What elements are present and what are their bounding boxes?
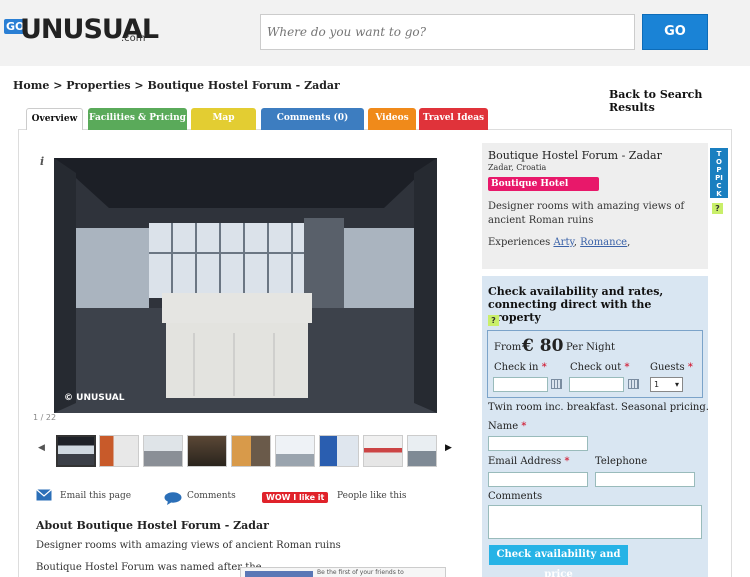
from-label: From (494, 342, 522, 353)
photo-watermark: © UNUSUAL (64, 393, 125, 403)
tab-overview[interactable]: Overview (26, 108, 83, 130)
required-mark: * (687, 362, 693, 373)
site-logo[interactable]: GO UNUSUAL .com (4, 14, 159, 48)
property-title: Boutique Hostel Forum - Zadar (488, 149, 662, 162)
comments-field[interactable] (488, 505, 702, 539)
facebook-like-button[interactable] (245, 571, 313, 577)
logo-tld: .com (121, 33, 146, 44)
thumbnail-9[interactable] (407, 435, 437, 467)
email-icon[interactable] (36, 489, 52, 504)
about-body: Boutique Hostel Forum was named after th… (36, 562, 262, 573)
thumbnail-4[interactable] (187, 435, 227, 467)
guests-label: Guests * (650, 362, 693, 373)
top-pick-badge: TOP PICK (710, 148, 728, 198)
calendar-icon[interactable] (628, 379, 639, 389)
required-mark: * (624, 362, 630, 373)
guests-select[interactable]: 1 ▾ (650, 377, 683, 392)
go-button[interactable]: GO (642, 14, 708, 50)
guests-label-text: Guests (650, 362, 685, 373)
name-field[interactable] (488, 436, 588, 451)
thumbnail-3[interactable] (143, 435, 183, 467)
experiences-line: Experiences Arty, Romance, (488, 237, 631, 248)
checkout-field[interactable] (569, 377, 624, 392)
experiences-label: Experiences (488, 237, 551, 248)
info-icon[interactable]: i (40, 155, 44, 168)
thumbnail-1[interactable] (56, 435, 96, 467)
checkin-label: Check in * (494, 362, 547, 373)
telephone-label: Telephone (595, 456, 648, 467)
back-to-search-link[interactable]: Back to Search Results (609, 88, 750, 114)
facebook-like-text: Be the first of your friends to (317, 569, 404, 576)
about-title: About Boutique Hostel Forum - Zadar (36, 519, 269, 532)
name-label-text: Name (488, 421, 519, 432)
property-location: Zadar, Croatia (488, 163, 547, 172)
thumbnail-6[interactable] (275, 435, 315, 467)
required-mark: * (564, 456, 570, 467)
thumbnail-5[interactable] (231, 435, 271, 467)
comments-label: Comments (488, 491, 543, 502)
search-input[interactable] (260, 14, 635, 50)
tab-comments[interactable]: Comments (0) (261, 108, 364, 130)
calendar-icon[interactable] (551, 379, 562, 389)
email-label: Email Address * (488, 456, 570, 467)
hostel-room-photo: © UNUSUAL (54, 158, 437, 413)
experience-link-romance[interactable]: Romance (580, 237, 627, 248)
comments-icon[interactable] (164, 492, 182, 508)
room-note: Twin room inc. breakfast. Seasonal prici… (488, 402, 709, 413)
checkin-label-text: Check in (494, 362, 539, 373)
experience-link-arty[interactable]: Arty (553, 237, 573, 248)
about-tagline: Designer rooms with amazing views of anc… (36, 540, 341, 551)
per-night-label: Per Night (566, 342, 615, 353)
chevron-right-icon[interactable]: ▶ (445, 443, 452, 453)
name-label: Name * (488, 421, 526, 432)
comments-link[interactable]: Comments (187, 491, 236, 501)
required-mark: * (541, 362, 547, 373)
main-photo[interactable]: © UNUSUAL (54, 158, 437, 413)
tab-travel-ideas[interactable]: Travel Ideas (419, 108, 488, 130)
checkin-field[interactable] (493, 377, 548, 392)
tab-map[interactable]: Map (191, 108, 256, 130)
thumbnail-2[interactable] (99, 435, 139, 467)
booking-title: Check availability and rates, connecting… (488, 285, 664, 325)
price-value: € 80 (522, 336, 564, 356)
like-button[interactable]: WOW I like it (262, 492, 329, 503)
chevron-down-icon: ▾ (674, 380, 679, 389)
required-mark: * (521, 421, 527, 432)
tab-videos[interactable]: Videos (368, 108, 416, 130)
checkout-label-text: Check out (570, 362, 622, 373)
property-description: Designer rooms with amazing views of anc… (488, 201, 685, 226)
help-icon[interactable]: ? (712, 203, 723, 214)
breadcrumb[interactable]: Home > Properties > Boutique Hostel Foru… (13, 79, 340, 92)
thumbnail-7[interactable] (319, 435, 359, 467)
check-availability-button[interactable]: Check availability and price (489, 545, 628, 577)
booking-help-icon[interactable]: ? (488, 315, 499, 326)
photo-counter: 1 / 22 (33, 413, 57, 422)
tab-facilities-pricing[interactable]: Facilities & Pricing (88, 108, 187, 130)
facebook-like-box[interactable]: Be the first of your friends to (240, 567, 446, 577)
telephone-field[interactable] (595, 472, 695, 487)
top-pick-text: TOP PICK (715, 150, 723, 198)
checkout-label: Check out * (570, 362, 630, 373)
people-like-text: People like this (337, 491, 407, 501)
guests-value: 1 (654, 380, 660, 389)
thumbnail-8[interactable] (363, 435, 403, 467)
email-label-text: Email Address (488, 456, 562, 467)
email-field[interactable] (488, 472, 588, 487)
category-badge[interactable]: Boutique Hotel (488, 177, 599, 191)
email-this-page-link[interactable]: Email this page (60, 491, 131, 501)
chevron-left-icon[interactable]: ◀ (38, 443, 45, 453)
